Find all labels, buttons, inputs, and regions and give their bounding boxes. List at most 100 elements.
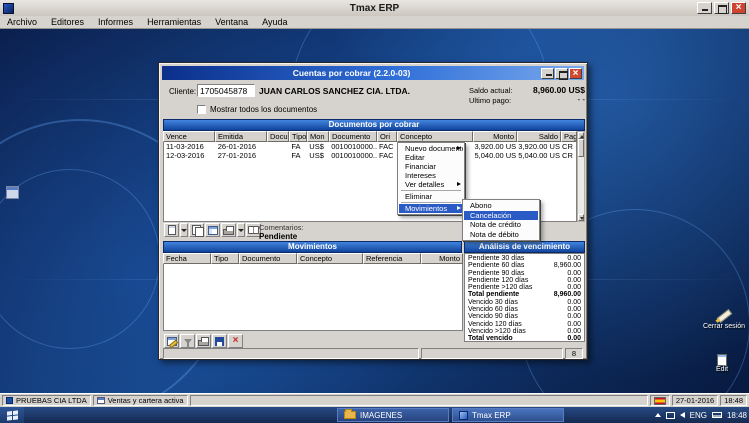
context-item-eliminar[interactable]: Eliminar	[399, 192, 463, 201]
show-all-checkbox[interactable]	[197, 105, 206, 114]
column-header-documento-num[interactable]: Documento	[329, 131, 377, 142]
aging-value: 8,960.00	[554, 262, 581, 269]
aging-label: Vencido 90 días	[468, 313, 518, 320]
edit-note-icon	[717, 354, 727, 366]
aging-label: Vencido 60 días	[468, 306, 518, 313]
aging-value: 0.00	[567, 255, 581, 262]
context-item-movimientos[interactable]: Movimientos	[399, 204, 463, 213]
aging-total-pendiente-row: Total pendiente8,960.00	[465, 291, 584, 298]
new-document-button[interactable]	[164, 223, 179, 237]
column-header-saldo[interactable]: Saldo	[517, 131, 561, 142]
aging-total-vencido-row: Total vencido0.00	[465, 335, 584, 342]
column-header-emitida[interactable]: Emitida	[215, 131, 267, 142]
context-item-nuevo-documento[interactable]: Nuevo documento	[399, 144, 463, 153]
app-maximize-button[interactable]	[714, 2, 729, 14]
keyboard-icon[interactable]	[712, 412, 722, 418]
aging-row: Vencido 60 días0.00	[465, 306, 584, 313]
cancel-movement-button[interactable]	[228, 334, 243, 348]
status-time: 18:48	[724, 396, 743, 405]
print-button[interactable]	[221, 223, 236, 237]
save-button[interactable]	[212, 334, 227, 348]
submenu-item-abono[interactable]: Abono	[464, 201, 538, 211]
column-header-documento[interactable]: Documento	[239, 253, 297, 264]
column-header-vence[interactable]: Vence	[163, 131, 215, 142]
folder-icon	[344, 411, 356, 419]
taskbar-button-imagenes[interactable]: IMAGENES	[337, 408, 449, 422]
filter-button[interactable]	[180, 334, 195, 348]
dialog-close-button[interactable]	[569, 68, 582, 79]
submenu-item-nota-debito[interactable]: Nota de débito	[464, 230, 538, 240]
context-item-ver-detalles[interactable]: Ver detalles	[399, 180, 463, 189]
network-icon[interactable]	[666, 412, 675, 419]
column-header-concepto[interactable]: Concepto	[397, 131, 473, 142]
app-minimize-button[interactable]	[697, 2, 712, 14]
submenu-item-cancelacion[interactable]: Cancelación	[464, 211, 538, 221]
context-item-intereses[interactable]: Intereses	[399, 171, 463, 180]
documents-scrollbar[interactable]	[577, 131, 585, 222]
dropdown-arrow-icon	[181, 229, 187, 232]
cell-mon: US$	[307, 151, 329, 160]
cell-pago: CR	[560, 151, 576, 160]
menu-ventana[interactable]: Ventana	[208, 16, 255, 28]
column-header-documento[interactable]: Documento	[267, 131, 289, 142]
dialog-minimize-button[interactable]	[541, 68, 554, 79]
column-header-pago[interactable]: Pago	[561, 131, 577, 142]
client-code-input[interactable]	[197, 84, 255, 97]
scroll-down-button[interactable]	[578, 214, 584, 221]
menu-informes[interactable]: Informes	[91, 16, 140, 28]
print-movements-button[interactable]	[196, 334, 211, 348]
dialog-maximize-button[interactable]	[555, 68, 568, 79]
column-header-ori[interactable]: Ori	[377, 131, 397, 142]
tray-language[interactable]: ENG	[690, 411, 707, 420]
tray-expand-icon[interactable]	[655, 413, 661, 417]
copy-document-button[interactable]	[189, 223, 204, 237]
aging-label: Total pendiente	[468, 291, 519, 298]
document-row-2[interactable]: 12-03-2016 27-01-2016 FA US$ 0010010000.…	[164, 151, 576, 160]
tray-clock[interactable]: 18:48	[727, 411, 747, 420]
taskbar-button-tmax[interactable]: Tmax ERP	[452, 408, 564, 422]
column-header-tipo[interactable]: Tipo	[211, 253, 239, 264]
desktop-shortcut-logout[interactable]: Cerrar sesión	[698, 308, 749, 330]
menu-editores[interactable]: Editores	[44, 16, 91, 28]
module-icon	[97, 397, 105, 404]
spreadsheet-button[interactable]	[205, 223, 220, 237]
spreadsheet-icon	[208, 226, 218, 235]
column-header-monto[interactable]: Monto	[421, 253, 463, 264]
add-movement-button[interactable]	[164, 334, 179, 348]
column-header-concepto[interactable]: Concepto	[297, 253, 363, 264]
dialog-titlebar[interactable]: Cuentas por cobrar (2.2.0-03)	[162, 66, 584, 80]
column-header-mon[interactable]: Mon	[307, 131, 329, 142]
new-document-dropdown-button[interactable]	[180, 223, 188, 237]
start-button[interactable]	[0, 407, 24, 423]
statusbar-count: 8	[565, 348, 583, 359]
volume-icon[interactable]	[680, 412, 685, 418]
print-dropdown-button[interactable]	[237, 223, 245, 237]
column-header-monto[interactable]: Monto	[473, 131, 517, 142]
desktop-shortcut-left[interactable]	[2, 186, 22, 199]
aging-row: Pendiente >120 días0.00	[465, 284, 584, 291]
menu-ayuda[interactable]: Ayuda	[255, 16, 294, 28]
document-row-1[interactable]: 11-03-2016 26-01-2016 FA US$ 0010010000.…	[164, 142, 576, 151]
printer-icon	[223, 229, 234, 235]
desktop-shortcut-edit[interactable]: Edit	[702, 354, 742, 373]
scroll-up-button[interactable]	[578, 132, 584, 139]
status-date: 27-01-2016	[676, 396, 714, 405]
context-item-financiar[interactable]: Financiar	[399, 162, 463, 171]
app-close-button[interactable]	[731, 2, 746, 14]
floppy-save-icon	[215, 337, 224, 346]
aging-label: Pendiente 120 días	[468, 277, 528, 284]
scrollbar-thumb[interactable]	[578, 139, 584, 157]
menu-herramientas[interactable]: Herramientas	[140, 16, 208, 28]
column-header-referencia[interactable]: Referencia	[363, 253, 421, 264]
logout-pen-icon	[716, 308, 732, 323]
column-header-tipo[interactable]: Tipo	[289, 131, 307, 142]
aging-row: Vencido 120 días0.00	[465, 321, 584, 328]
cell-mon: US$	[307, 142, 329, 151]
taskbar-folder-label: IMAGENES	[360, 411, 402, 420]
cell-tipo: FA	[289, 142, 307, 151]
context-item-editar[interactable]: Editar	[399, 153, 463, 162]
document-context-menu: Nuevo documento Editar Financiar Interes…	[397, 142, 465, 215]
column-header-fecha[interactable]: Fecha	[163, 253, 211, 264]
menu-archivo[interactable]: Archivo	[0, 16, 44, 28]
submenu-item-nota-credito[interactable]: Nota de crédito	[464, 220, 538, 230]
